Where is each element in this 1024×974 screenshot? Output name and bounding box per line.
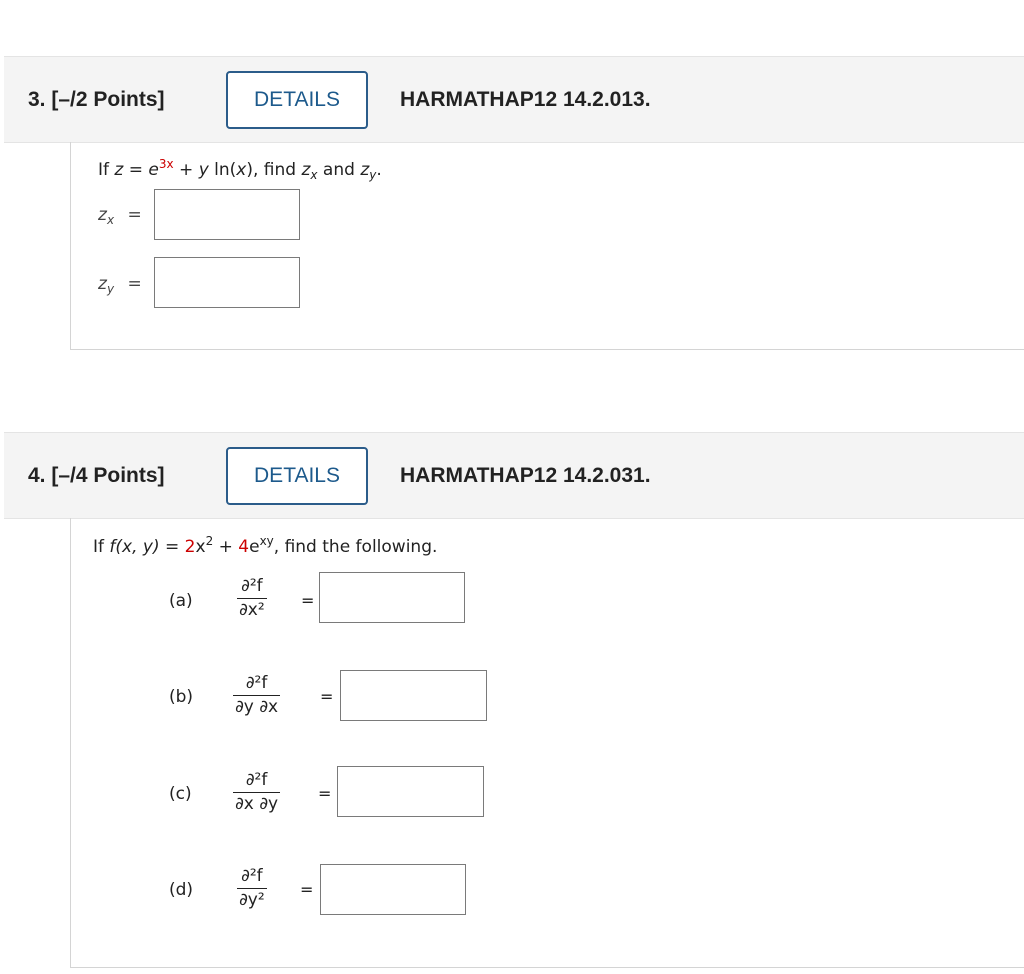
part-b-answer-input[interactable] bbox=[340, 670, 487, 721]
part-c-label: (c) bbox=[169, 784, 192, 804]
part-a-label: (a) bbox=[169, 591, 193, 611]
part-b-fraction: ∂²f ∂y ∂x bbox=[233, 673, 281, 717]
zx-label: zx = bbox=[98, 205, 142, 227]
part-d-fraction: ∂²f ∂y² bbox=[237, 866, 267, 910]
part-c-fraction: ∂²f ∂x ∂y bbox=[233, 770, 281, 814]
question-4-body: If f(x, y) = 2x2 + 4exy, find the follow… bbox=[70, 518, 1024, 968]
zx-answer-input[interactable] bbox=[154, 189, 300, 240]
question-3-details-button[interactable]: DETAILS bbox=[226, 71, 368, 129]
question-4-header: 4. [–/4 Points] DETAILS HARMATHAP12 14.2… bbox=[4, 432, 1024, 519]
zy-label: zy = bbox=[98, 274, 142, 296]
part-c-answer-input[interactable] bbox=[337, 766, 484, 817]
part-d-equals: = bbox=[300, 880, 314, 899]
question-3-prompt: If z = e3x + y ln(x), find zx and zy. bbox=[98, 157, 382, 182]
part-a-equals: = bbox=[301, 591, 315, 610]
question-3-header: 3. [–/2 Points] DETAILS HARMATHAP12 14.2… bbox=[4, 56, 1024, 143]
question-4-prompt: If f(x, y) = 2x2 + 4exy, find the follow… bbox=[93, 534, 438, 557]
part-d-label: (d) bbox=[169, 880, 194, 900]
part-a-fraction: ∂²f ∂x² bbox=[237, 576, 267, 620]
question-3-code: HARMATHAP12 14.2.013. bbox=[400, 88, 651, 111]
question-4-details-button[interactable]: DETAILS bbox=[226, 447, 368, 505]
question-4-points: 4. [–/4 Points] bbox=[28, 464, 165, 487]
part-b-label: (b) bbox=[169, 687, 194, 707]
part-a-answer-input[interactable] bbox=[319, 572, 465, 623]
zy-answer-input[interactable] bbox=[154, 257, 300, 308]
part-c-equals: = bbox=[318, 784, 332, 803]
part-d-answer-input[interactable] bbox=[320, 864, 466, 915]
question-4-code: HARMATHAP12 14.2.031. bbox=[400, 464, 651, 487]
question-3-body: If z = e3x + y ln(x), find zx and zy. zx… bbox=[70, 142, 1024, 350]
part-b-equals: = bbox=[320, 687, 334, 706]
question-3-points: 3. [–/2 Points] bbox=[28, 88, 165, 111]
